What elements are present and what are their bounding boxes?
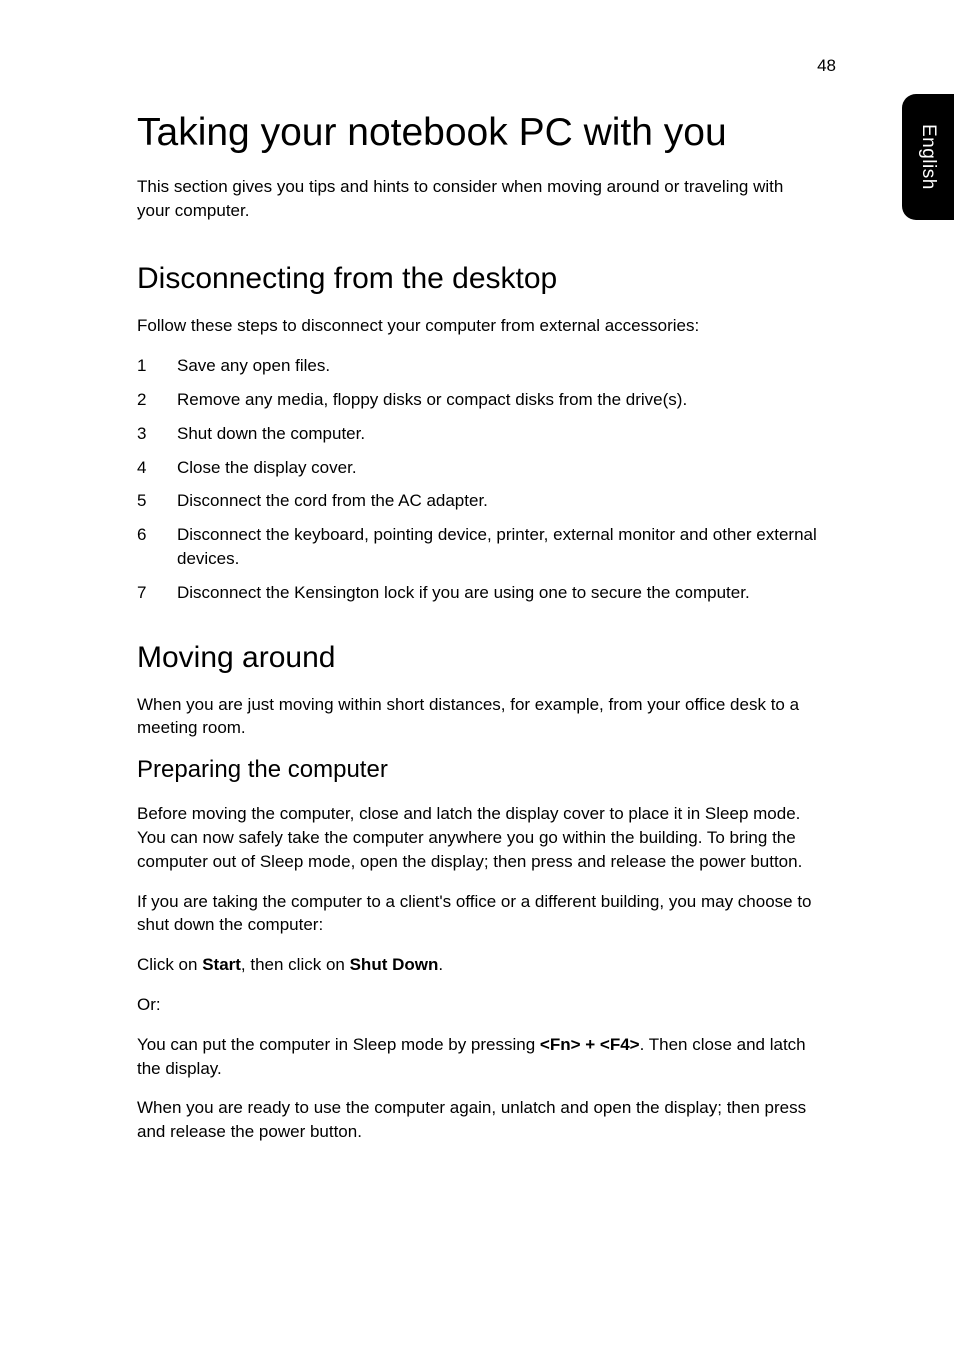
list-item: Remove any media, floppy disks or compac… [137, 388, 817, 412]
intro-paragraph: This section gives you tips and hints to… [137, 175, 817, 223]
section1-intro: Follow these steps to disconnect your co… [137, 314, 817, 338]
list-item: Disconnect the keyboard, pointing device… [137, 523, 817, 571]
page-content: Taking your notebook PC with you This se… [137, 110, 817, 1160]
language-tab: English [902, 94, 954, 220]
section-heading-disconnecting: Disconnecting from the desktop [137, 262, 817, 296]
bold-start: Start [202, 955, 241, 974]
body-paragraph: When you are ready to use the computer a… [137, 1096, 817, 1144]
body-paragraph: You can put the computer in Sleep mode b… [137, 1033, 817, 1081]
list-item: Shut down the computer. [137, 422, 817, 446]
text-span: . [438, 955, 443, 974]
page-title: Taking your notebook PC with you [137, 110, 817, 157]
bold-shutdown: Shut Down [350, 955, 439, 974]
subsection-heading-preparing: Preparing the computer [137, 756, 817, 784]
list-item: Disconnect the cord from the AC adapter. [137, 489, 817, 513]
body-paragraph: Or: [137, 993, 817, 1017]
list-item: Close the display cover. [137, 456, 817, 480]
body-paragraph: If you are taking the computer to a clie… [137, 890, 817, 938]
bold-keycombo: <Fn> + <F4> [540, 1035, 640, 1054]
text-span: Click on [137, 955, 202, 974]
list-item: Save any open files. [137, 354, 817, 378]
body-paragraph: Click on Start, then click on Shut Down. [137, 953, 817, 977]
text-span: You can put the computer in Sleep mode b… [137, 1035, 540, 1054]
section2-intro: When you are just moving within short di… [137, 693, 817, 741]
text-span: , then click on [241, 955, 350, 974]
page-number: 48 [817, 56, 836, 76]
list-item: Disconnect the Kensington lock if you ar… [137, 581, 817, 605]
language-tab-label: English [917, 124, 939, 190]
disconnect-steps-list: Save any open files. Remove any media, f… [137, 354, 817, 604]
body-paragraph: Before moving the computer, close and la… [137, 802, 817, 873]
section-heading-moving: Moving around [137, 641, 817, 675]
